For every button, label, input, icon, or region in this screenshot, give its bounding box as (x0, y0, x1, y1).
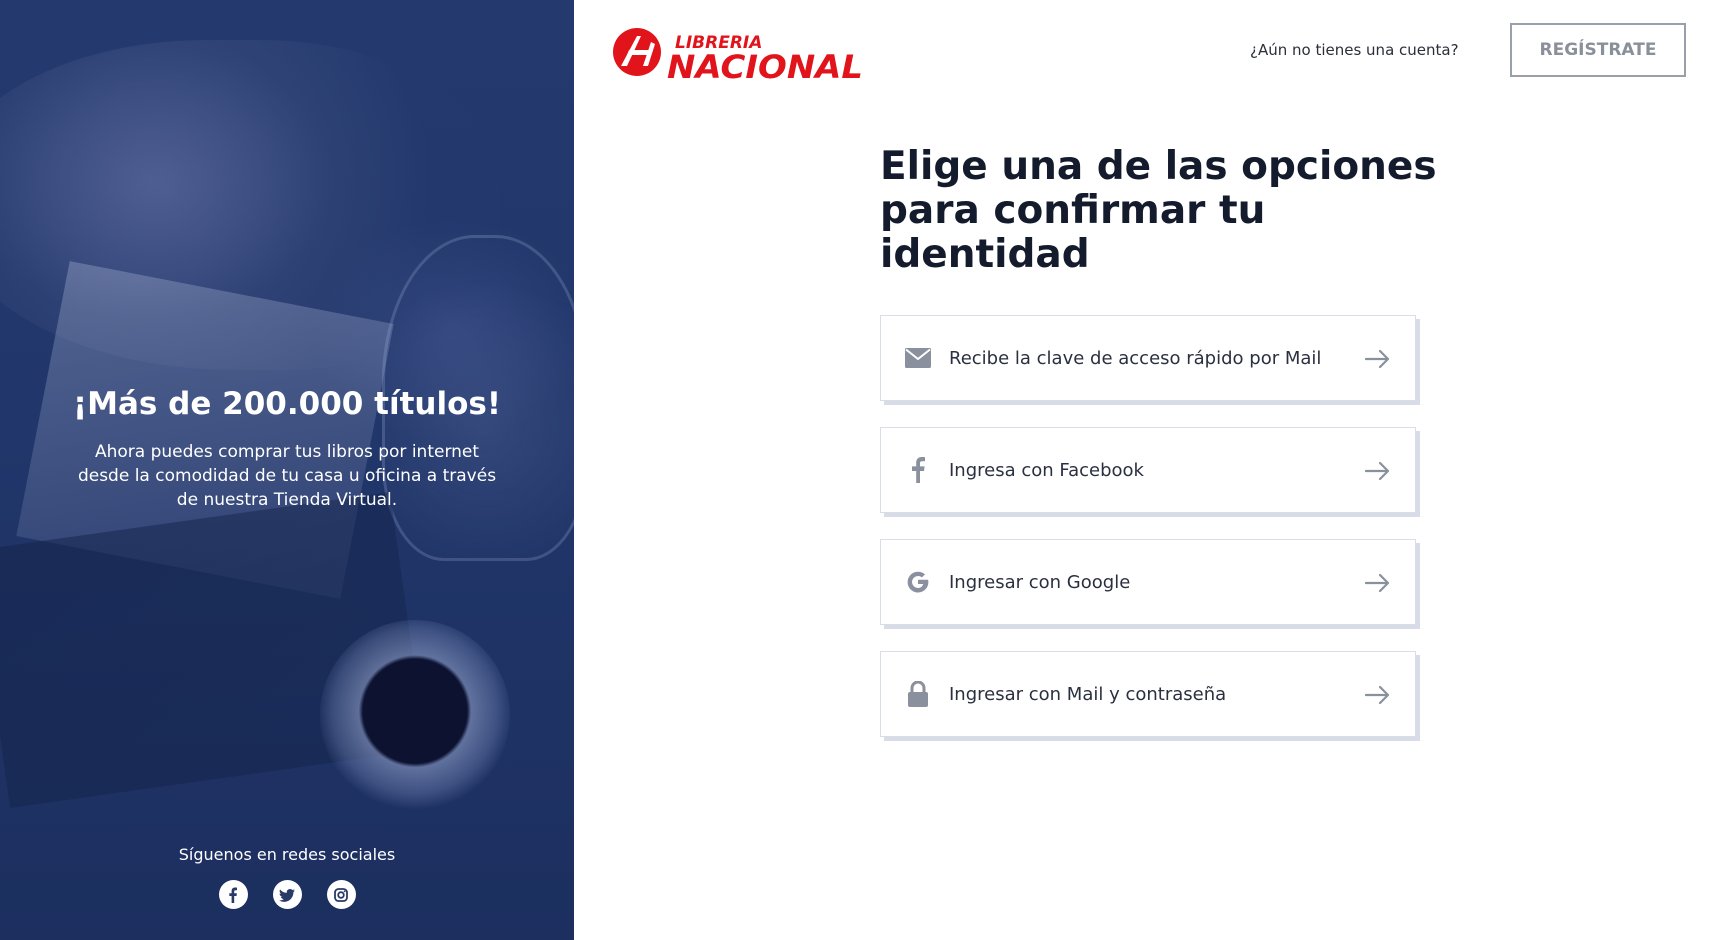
arrow-right-icon (1364, 461, 1390, 481)
instagram-icon (334, 887, 348, 902)
promo-panel: ¡Más de 200.000 títulos! Ahora puedes co… (0, 0, 574, 940)
option-label: Ingresar con Mail y contraseña (949, 683, 1227, 705)
mail-icon (903, 343, 933, 373)
option-label: Ingresar con Google (949, 571, 1131, 593)
option-mail-quick-access[interactable]: Recibe la clave de acceso rápido por Mai… (880, 315, 1416, 401)
promo-title: ¡Más de 200.000 títulos! (73, 386, 501, 422)
social-instagram-button[interactable] (326, 880, 356, 909)
option-label: Ingresa con Facebook (949, 459, 1144, 481)
page-title: Elige una de las opciones para confirmar… (880, 144, 1437, 277)
social-facebook-button[interactable] (218, 880, 248, 909)
google-icon (903, 567, 933, 597)
lock-icon (903, 679, 933, 709)
register-button[interactable]: REGÍSTRATE (1510, 23, 1686, 77)
logo-text-bottom: NACIONAL (667, 48, 863, 82)
facebook-icon (229, 887, 237, 903)
login-options: Recibe la clave de acceso rápido por Mai… (880, 315, 1420, 763)
option-mail-password-login[interactable]: Ingresar con Mail y contraseña (880, 651, 1416, 737)
social-twitter-button[interactable] (272, 880, 302, 909)
option-label: Recibe la clave de acceso rápido por Mai… (949, 347, 1322, 369)
facebook-icon (903, 455, 933, 485)
libreria-nacional-logo-icon: LIBRERIA NACIONAL (613, 28, 863, 86)
promo-text: Ahora puedes comprar tus libros por inte… (77, 442, 497, 510)
arrow-right-icon (1364, 685, 1390, 705)
social-label: Síguenos en redes sociales (178, 845, 396, 864)
brand-logo[interactable]: LIBRERIA NACIONAL (607, 22, 867, 86)
background-photo-coffee-cup (320, 620, 510, 810)
arrow-right-icon (1364, 573, 1390, 593)
option-facebook-login[interactable]: Ingresa con Facebook (880, 427, 1416, 513)
arrow-right-icon (1364, 349, 1390, 369)
twitter-icon (279, 888, 295, 902)
signup-question: ¿Aún no tienes una cuenta? (1250, 41, 1459, 59)
option-google-login[interactable]: Ingresar con Google (880, 539, 1416, 625)
social-links (0, 880, 574, 909)
